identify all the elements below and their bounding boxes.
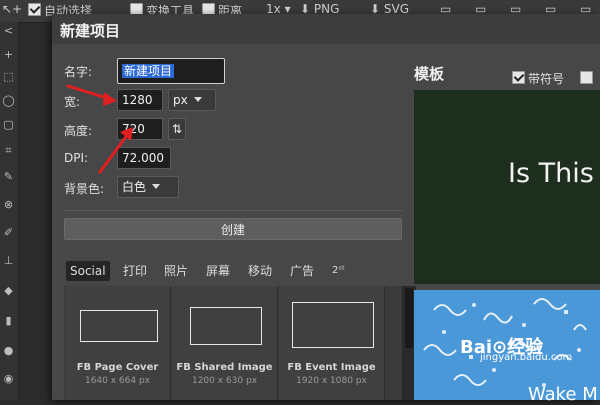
template-thumbnail bbox=[80, 310, 158, 342]
healing-icon[interactable]: ⊗ bbox=[2, 198, 15, 211]
tab-photo[interactable]: 照片 bbox=[164, 261, 188, 281]
baidu-watermark-url: jingyan.baidu.com bbox=[480, 352, 573, 363]
tab-mobile[interactable]: 移动 bbox=[248, 261, 272, 281]
eyedropper-icon[interactable]: ✎ bbox=[2, 170, 15, 183]
scrollbar-thumb[interactable] bbox=[405, 288, 413, 348]
preview-1-text: Is This bbox=[508, 158, 594, 189]
height-label: 高度: bbox=[64, 124, 93, 138]
template-card[interactable]: FB Page Cover 1640 x 664 px bbox=[65, 286, 171, 400]
unit-value: px bbox=[173, 93, 188, 107]
name-value: 新建项目 bbox=[122, 64, 175, 78]
gradient-icon[interactable]: ▮ bbox=[2, 314, 15, 327]
move-tool-icon[interactable]: ↖+ bbox=[2, 2, 22, 16]
template-name: FB Event Image bbox=[287, 362, 376, 373]
expand-icon[interactable]: < bbox=[2, 24, 15, 37]
template-size: 1920 x 1080 px bbox=[296, 376, 367, 386]
template-card[interactable]: FB Event Image 1920 x 1080 px bbox=[279, 286, 385, 400]
stamp-icon[interactable]: ⊥ bbox=[2, 254, 15, 267]
marquee-icon[interactable]: ⬚ bbox=[2, 70, 15, 83]
template-name: FB Shared Image bbox=[176, 362, 273, 373]
template-thumbnail bbox=[292, 302, 374, 348]
chevron-down-icon bbox=[152, 184, 161, 189]
templates-title: 模板 bbox=[414, 65, 445, 83]
height-input[interactable]: 720 bbox=[117, 118, 163, 140]
swap-dimensions-icon[interactable]: ⇅ bbox=[168, 118, 186, 140]
template-size: 1640 x 664 px bbox=[84, 376, 151, 386]
tool-strip: < + ⬚ ◯ ▢ ⌗ ✎ ⊗ ✐ ⊥ ◆ ▮ ● ◉ bbox=[0, 22, 19, 400]
divider bbox=[64, 210, 402, 211]
bleed-label: 带符号 bbox=[528, 72, 565, 86]
tab-print[interactable]: 打印 bbox=[123, 261, 147, 281]
template-size: 1200 x 630 px bbox=[191, 376, 258, 386]
template-card[interactable]: FB Shared Image 1200 x 630 px bbox=[172, 286, 278, 400]
lasso-icon[interactable]: ◯ bbox=[2, 94, 15, 107]
create-button[interactable]: 创建 bbox=[64, 218, 402, 240]
preview-2-text: Wake M bbox=[528, 384, 598, 405]
dodge-icon[interactable]: ◉ bbox=[2, 372, 15, 385]
dialog-header bbox=[52, 14, 600, 44]
width-input[interactable]: 1280 bbox=[117, 89, 163, 111]
name-label: 名字: bbox=[64, 65, 93, 79]
dialog-title: 新建项目 bbox=[60, 22, 121, 40]
tab-ads[interactable]: 广告 bbox=[290, 261, 314, 281]
tab-more[interactable]: 2ˢᵗ bbox=[332, 261, 345, 281]
tab-social[interactable]: Social bbox=[66, 261, 110, 281]
background-value: 白色 bbox=[122, 180, 147, 194]
template-thumbnail bbox=[190, 307, 262, 345]
crop-icon[interactable]: ⌗ bbox=[2, 144, 15, 157]
dpi-label: DPI: bbox=[64, 151, 89, 165]
move-icon[interactable]: + bbox=[2, 48, 15, 61]
template-name: FB Page Cover bbox=[76, 362, 159, 373]
background-select[interactable]: 白色 bbox=[117, 176, 179, 198]
background-label: 背景色: bbox=[64, 182, 105, 196]
name-input[interactable]: 新建项目 bbox=[117, 58, 225, 84]
quick-select-icon[interactable]: ▢ bbox=[2, 118, 15, 131]
brush-icon[interactable]: ✐ bbox=[2, 226, 15, 239]
blur-icon[interactable]: ● bbox=[2, 344, 15, 357]
tab-screen[interactable]: 屏幕 bbox=[206, 261, 230, 281]
width-label: 宽: bbox=[64, 95, 81, 109]
unit-select[interactable]: px bbox=[168, 89, 216, 111]
chevron-down-icon bbox=[193, 97, 202, 102]
bleed-checkbox[interactable]: 带符号 bbox=[512, 70, 596, 87]
eraser-icon[interactable]: ◆ bbox=[2, 284, 15, 297]
dpi-input[interactable]: 72.000 bbox=[117, 147, 171, 169]
